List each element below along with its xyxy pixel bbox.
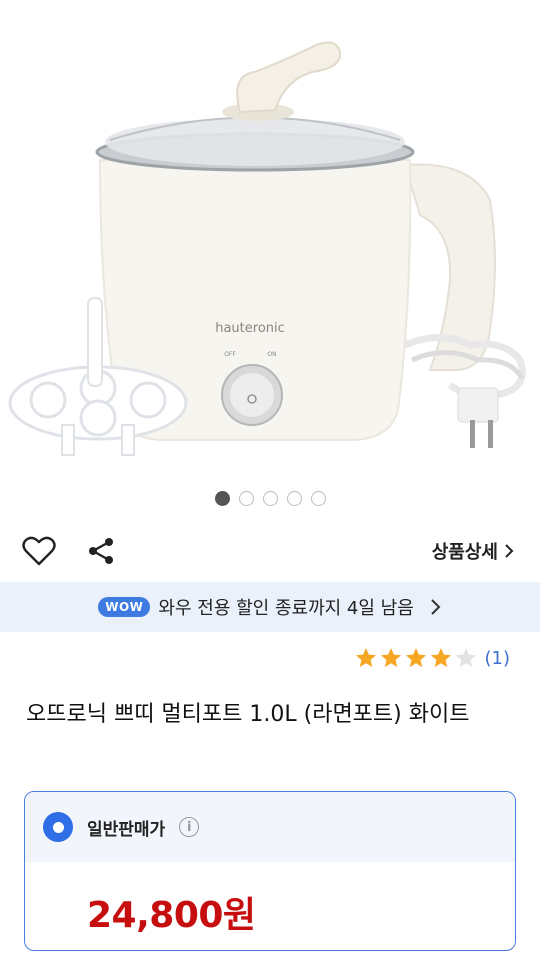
star-icon — [405, 648, 426, 667]
switch-off-label: OFF — [224, 351, 236, 358]
chevron-right-icon — [431, 599, 441, 615]
brand-logo-text: hauteronic — [215, 321, 285, 336]
price-type-label: 일반판매가 — [87, 819, 166, 840]
price-option-header[interactable]: 일반판매가 i — [25, 792, 515, 862]
switch-on-label: ON — [267, 351, 276, 358]
wow-discount-banner[interactable]: WOW 와우 전용 할인 종료까지 4일 남음 — [0, 582, 540, 632]
review-count[interactable]: (1) — [485, 648, 511, 669]
carousel-indicator — [0, 491, 540, 506]
price-option-box[interactable]: 일반판매가 i 24,800원 — [24, 791, 516, 951]
star-icon — [380, 648, 401, 667]
multipot-illustration: hauteronic OFF ON — [8, 41, 526, 456]
carousel-dot-1[interactable] — [214, 491, 230, 506]
chevron-right-icon — [505, 544, 514, 558]
product-title: 오뜨로닉 쁘띠 멀티포트 1.0L (라면포트) 화이트 — [26, 702, 470, 727]
carousel-dot-3[interactable] — [262, 491, 278, 506]
wow-badge: WOW — [98, 597, 151, 617]
heart-icon — [22, 536, 56, 566]
info-icon[interactable]: i — [179, 817, 200, 837]
product-image[interactable]: hauteronic OFF ON — [0, 0, 540, 520]
carousel-dot-4[interactable] — [286, 491, 302, 506]
star-icon — [355, 648, 376, 667]
carousel-dot-5[interactable] — [310, 491, 326, 506]
price-value: 24,800원 — [87, 895, 256, 936]
share-icon — [89, 538, 113, 564]
product-detail-label: 상품상세 — [431, 542, 498, 563]
carousel-dot-2[interactable] — [238, 491, 254, 506]
star-icon — [430, 648, 451, 667]
star-icon — [455, 648, 476, 667]
price-option-radio[interactable] — [43, 812, 73, 842]
rating-summary[interactable]: (1) — [354, 646, 511, 670]
share-button[interactable] — [84, 534, 118, 568]
wishlist-button[interactable] — [22, 534, 56, 568]
wow-discount-text: 와우 전용 할인 종료까지 4일 남음 — [158, 598, 414, 619]
rating-stars — [354, 646, 478, 670]
product-action-row: 상품상세 — [0, 524, 540, 578]
product-detail-link[interactable]: 상품상세 — [432, 538, 514, 564]
